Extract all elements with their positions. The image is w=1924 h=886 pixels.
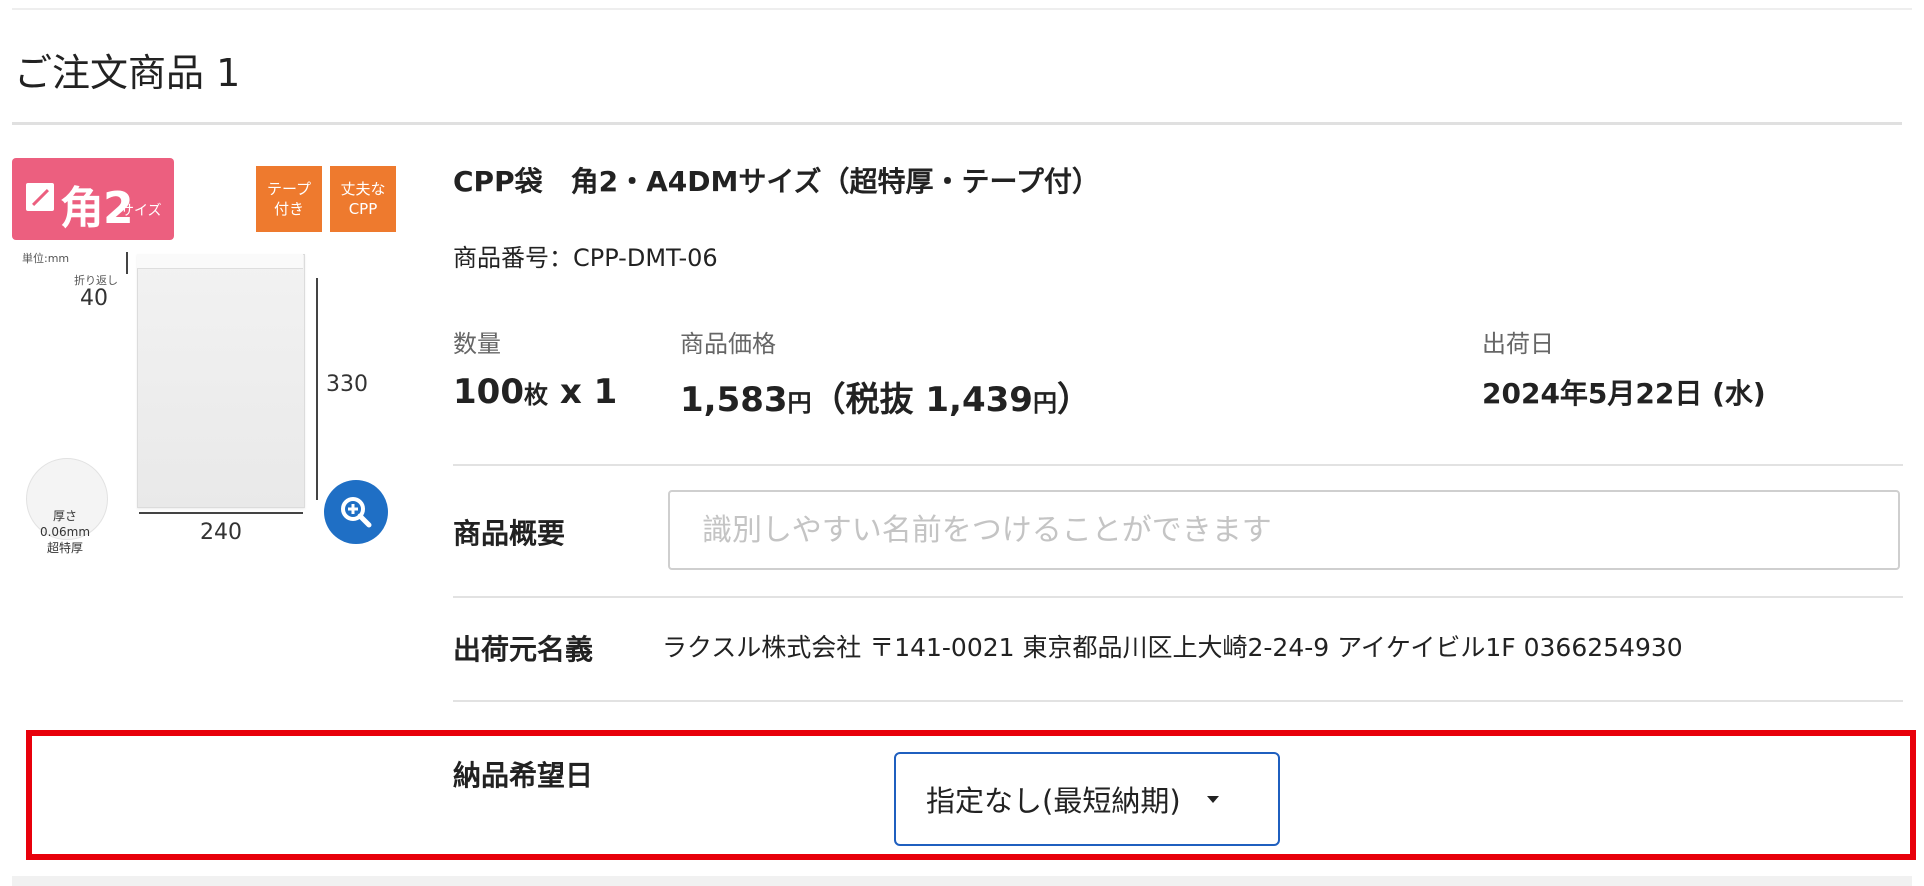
height-value: 330 bbox=[326, 372, 368, 397]
details-divider bbox=[453, 464, 1903, 466]
height-dimension-line bbox=[316, 278, 318, 500]
size-badge: 角2 サイズ bbox=[12, 158, 174, 240]
product-code: 商品番号：CPP-DMT-06 bbox=[453, 244, 718, 272]
ship-date-value: 2024年5月22日 (水) bbox=[1482, 377, 1766, 410]
zoom-button[interactable] bbox=[324, 480, 388, 544]
width-value: 240 bbox=[200, 520, 242, 545]
fold-value: 40 bbox=[80, 286, 108, 311]
quantity-unit: 枚 bbox=[523, 381, 548, 409]
price-number: 1,583 bbox=[680, 380, 788, 420]
size-badge-sub: サイズ bbox=[120, 203, 162, 219]
price-tax-unit: 円 bbox=[1032, 389, 1057, 417]
product-title: CPP袋 角2・A4DMサイズ（超特厚・テープ付） bbox=[453, 165, 1100, 198]
section-title: ご注文商品 1 bbox=[14, 51, 241, 95]
bag-illustration bbox=[137, 254, 305, 508]
top-divider bbox=[12, 8, 1912, 10]
thickness-label: 厚さ0.06mm 超特厚 bbox=[39, 509, 91, 555]
summary-divider bbox=[453, 596, 1903, 598]
width-dimension-line bbox=[139, 512, 303, 514]
price-tax-suffix: ） bbox=[1056, 380, 1091, 420]
delivery-label: 納品希望日 bbox=[453, 759, 594, 792]
quantity-number: 100 bbox=[453, 372, 524, 412]
fold-dimension-line bbox=[126, 252, 128, 274]
bag-flap bbox=[137, 254, 303, 269]
caret-down-icon bbox=[1206, 795, 1219, 803]
price-tax-number: 1,439 bbox=[925, 380, 1033, 420]
quantity-multiplier: x 1 bbox=[547, 372, 618, 412]
title-divider bbox=[12, 122, 1902, 125]
summary-label: 商品概要 bbox=[453, 517, 566, 550]
price-unit: 円 bbox=[787, 389, 812, 417]
shipper-divider bbox=[453, 700, 1903, 702]
tape-tag: テープ 付き bbox=[256, 166, 322, 232]
price-tax-prefix: （税抜 bbox=[811, 380, 926, 420]
quantity-value: 100枚 x 1 bbox=[453, 372, 617, 412]
quantity-label: 数量 bbox=[453, 330, 501, 358]
summary-input[interactable] bbox=[668, 490, 1900, 570]
size-slash-icon bbox=[26, 183, 54, 211]
delivery-selected-value: 指定なし(最短納期) bbox=[926, 784, 1181, 818]
shipper-value: ラクスル株式会社 〒141-0021 東京都品川区上大崎2-24-9 アイケイビ… bbox=[662, 633, 1683, 662]
delivery-date-select[interactable]: 指定なし(最短納期) bbox=[894, 752, 1280, 846]
cpp-tag: 丈夫な CPP bbox=[330, 166, 396, 232]
ship-date-label: 出荷日 bbox=[1482, 330, 1554, 358]
price-label: 商品価格 bbox=[680, 330, 776, 358]
zoom-in-icon bbox=[341, 497, 372, 528]
shipper-label: 出荷元名義 bbox=[453, 633, 594, 666]
bottom-strip bbox=[12, 876, 1912, 886]
unit-label: 単位:mm bbox=[22, 252, 70, 265]
price-value: 1,583円（税抜 1,439円） bbox=[680, 372, 1091, 421]
